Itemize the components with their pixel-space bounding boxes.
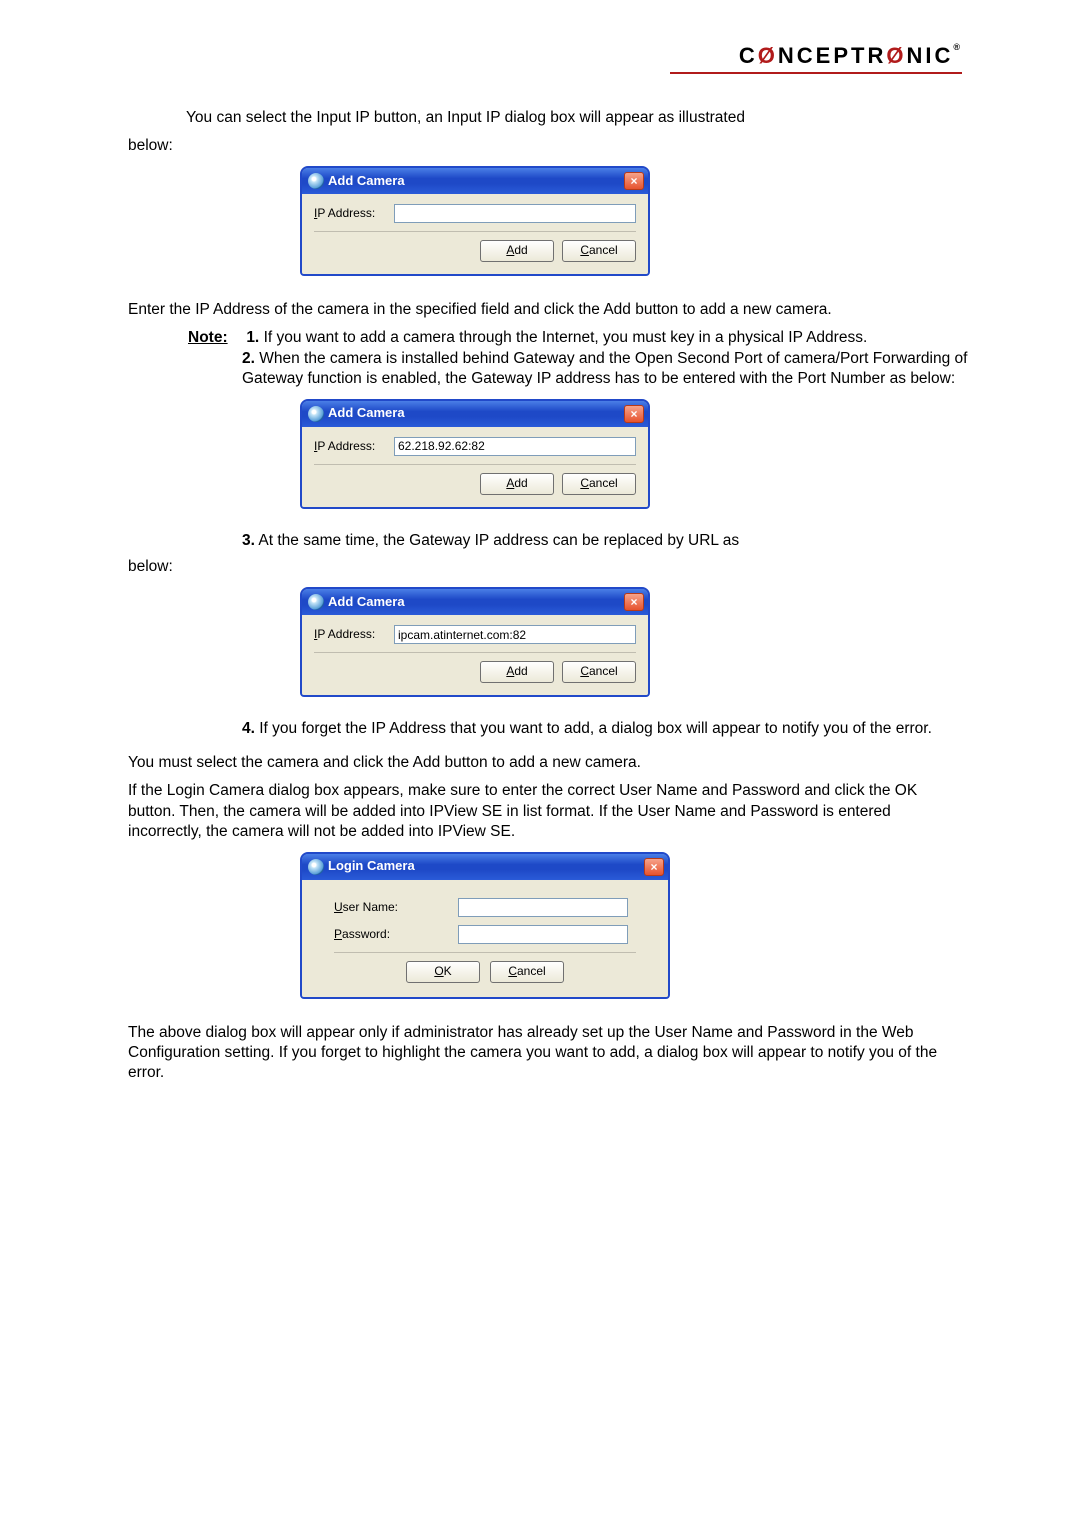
login-title: Login Camera (328, 858, 640, 875)
ip-address-label: IP Address: (314, 627, 386, 643)
close-icon[interactable]: × (624, 405, 644, 423)
note3-text-a: At the same time, the Gateway IP address… (258, 532, 739, 549)
cancel-button[interactable]: Cancel (562, 661, 636, 683)
note2-number: 2. (242, 350, 255, 367)
note-block: Note: 1. If you want to add a camera thr… (188, 328, 968, 388)
dialog1-titlebar[interactable]: Add Camera × (302, 168, 648, 194)
camera-app-icon (308, 859, 324, 875)
intro-line2: below: (128, 136, 968, 156)
dialog2-titlebar[interactable]: Add Camera × (302, 401, 648, 427)
dialog3-title: Add Camera (328, 594, 620, 611)
intro-line1: You can select the Input IP button, an I… (186, 109, 745, 126)
cancel-button[interactable]: Cancel (490, 961, 564, 983)
ip-address-input[interactable] (394, 204, 636, 223)
page-content: You can select the Input IP button, an I… (128, 108, 968, 1091)
note1-text: If you want to add a camera through the … (264, 329, 868, 346)
add-button[interactable]: Add (480, 240, 554, 262)
password-input[interactable] (458, 925, 628, 944)
dialog1-title: Add Camera (328, 173, 620, 190)
login-titlebar[interactable]: Login Camera × (302, 854, 668, 880)
username-label: User Name: (334, 900, 450, 916)
login-camera-dialog: Login Camera × User Name: Password: OK C… (300, 852, 670, 999)
note3-text-b: below: (128, 558, 173, 575)
note4-text: If you forget the IP Address that you wa… (259, 720, 932, 737)
ip-address-label: IP Address: (314, 439, 386, 455)
password-label: Password: (334, 927, 450, 943)
camera-app-icon (308, 594, 324, 610)
note1-number: 1. (246, 329, 259, 346)
add-button[interactable]: Add (480, 661, 554, 683)
close-icon[interactable]: × (624, 593, 644, 611)
close-icon[interactable]: × (644, 858, 664, 876)
camera-app-icon (308, 406, 324, 422)
note4-number: 4. (242, 720, 255, 737)
ip-address-label: IP Address: (314, 206, 386, 222)
dialog2-title: Add Camera (328, 405, 620, 422)
trademark-symbol: ® (953, 42, 960, 52)
camera-app-icon (308, 173, 324, 189)
ok-button[interactable]: OK (406, 961, 480, 983)
note3-number: 3. (242, 532, 255, 549)
dialog3-titlebar[interactable]: Add Camera × (302, 589, 648, 615)
select-camera-paragraph: You must select the camera and click the… (128, 753, 968, 773)
add-camera-dialog-1: Add Camera × IP Address: Add Cancel (300, 166, 650, 276)
brand-underline (670, 72, 962, 74)
ip-address-input[interactable] (394, 437, 636, 456)
add-button[interactable]: Add (480, 473, 554, 495)
close-icon[interactable]: × (624, 172, 644, 190)
cancel-button[interactable]: Cancel (562, 240, 636, 262)
admin-setup-paragraph: The above dialog box will appear only if… (128, 1023, 968, 1083)
add-camera-dialog-3: Add Camera × IP Address: Add Cancel (300, 587, 650, 697)
note2-text: When the camera is installed behind Gate… (242, 350, 967, 387)
username-input[interactable] (458, 898, 628, 917)
ip-address-input[interactable] (394, 625, 636, 644)
add-camera-dialog-2: Add Camera × IP Address: Add Cancel (300, 399, 650, 509)
login-camera-paragraph: If the Login Camera dialog box appears, … (128, 781, 968, 841)
enter-ip-paragraph: Enter the IP Address of the camera in th… (128, 300, 968, 320)
cancel-button[interactable]: Cancel (562, 473, 636, 495)
note-label: Note: (188, 328, 242, 348)
brand-logo: CØNCEPTRØNIC® (739, 42, 960, 71)
